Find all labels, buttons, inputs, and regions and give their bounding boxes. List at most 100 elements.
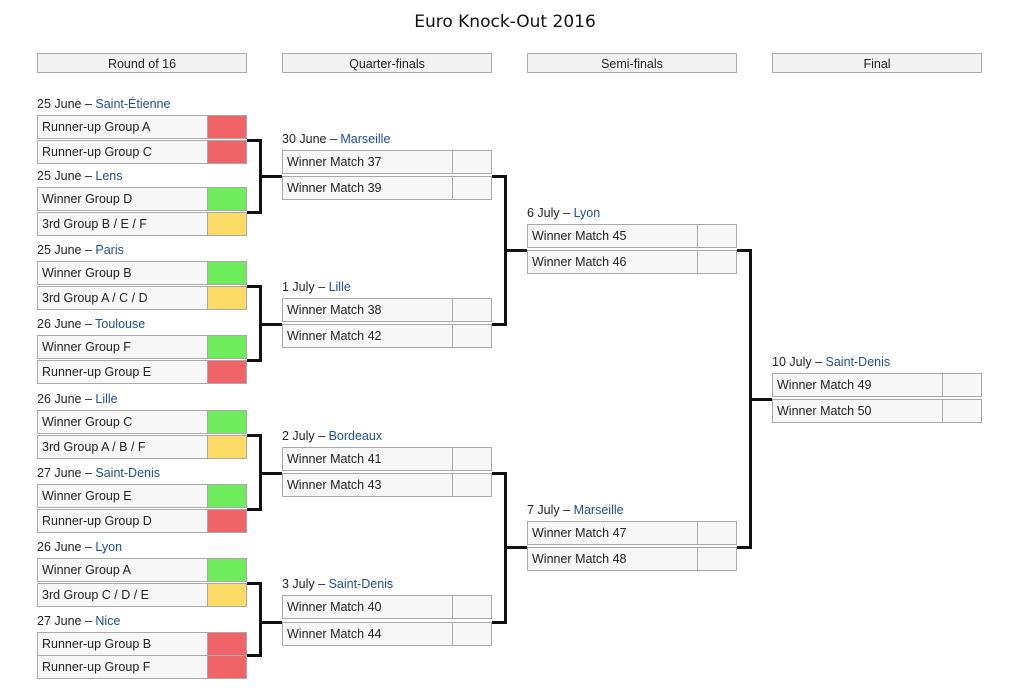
- team-name: Winner Match 41: [283, 448, 453, 470]
- team-row: Winner Match 47: [527, 521, 737, 545]
- team-name: 3rd Group C / D / E: [38, 584, 208, 606]
- match-date: 25 June: [37, 169, 82, 183]
- match-date-venue: 3 July – Saint-Denis: [282, 577, 394, 591]
- bracket-connector-line: [737, 249, 749, 252]
- team-status-cell: [453, 151, 491, 173]
- match-venue-link[interactable]: Lyon: [574, 206, 601, 220]
- match-date: 25 June: [37, 243, 82, 257]
- team-row: Runner-up Group D: [37, 509, 247, 533]
- team-row: Winner Match 48: [527, 547, 737, 571]
- team-row: Winner Group E: [37, 484, 247, 508]
- match-date-venue: 27 June – Saint-Denis: [37, 466, 161, 480]
- team-row: Winner Match 37: [282, 150, 492, 174]
- match-date-venue: 26 June – Lyon: [37, 540, 123, 554]
- match-venue-link[interactable]: Lens: [95, 169, 122, 183]
- team-status-cell: [208, 633, 246, 655]
- team-name: Winner Match 49: [773, 374, 943, 396]
- team-status-cell: [208, 141, 246, 163]
- match-date: 26 June: [37, 540, 82, 554]
- bracket-connector-line: [492, 621, 504, 624]
- team-name: Winner Match 47: [528, 522, 698, 544]
- team-status-cell: [208, 336, 246, 358]
- match-date: 1 July: [282, 280, 315, 294]
- match-venue-link[interactable]: Nice: [95, 614, 120, 628]
- match-venue-link[interactable]: Bordeaux: [329, 429, 383, 443]
- team-row: Winner Match 40: [282, 595, 492, 619]
- team-status-cell: [453, 177, 491, 199]
- team-name: 3rd Group A / B / F: [38, 436, 208, 458]
- bracket-connector-line: [259, 323, 282, 326]
- team-status-cell: [453, 474, 491, 496]
- match-venue-link[interactable]: Marseille: [574, 503, 624, 517]
- team-row: Winner Group C: [37, 410, 247, 434]
- team-row: Winner Match 50: [772, 399, 982, 423]
- team-status-cell: [698, 548, 736, 570]
- team-status-cell: [698, 225, 736, 247]
- match-venue-link[interactable]: Saint-Denis: [826, 355, 891, 369]
- team-status-cell: [208, 510, 246, 532]
- match-date-venue: 7 July – Marseille: [527, 503, 624, 517]
- match-date: 26 June: [37, 317, 82, 331]
- match-date-venue: 25 June – Paris: [37, 243, 124, 257]
- match-venue-link[interactable]: Saint-Denis: [95, 466, 160, 480]
- round-header: Final: [772, 53, 982, 73]
- match-venue-link[interactable]: Paris: [95, 243, 123, 257]
- team-row: Winner Group A: [37, 558, 247, 582]
- match-date-venue: 27 June – Nice: [37, 614, 121, 628]
- team-row: Winner Match 38: [282, 298, 492, 322]
- team-row: Winner Match 44: [282, 622, 492, 646]
- team-row: 3rd Group C / D / E: [37, 583, 247, 607]
- bracket-connector-line: [259, 582, 262, 657]
- match-venue-link[interactable]: Lille: [329, 280, 351, 294]
- team-name: Runner-up Group A: [38, 116, 208, 138]
- match-venue-link[interactable]: Saint-Denis: [329, 577, 394, 591]
- team-status-cell: [943, 400, 981, 422]
- team-name: Winner Match 40: [283, 596, 453, 618]
- bracket-connector-line: [504, 546, 527, 549]
- match-date-venue: 26 June – Toulouse: [37, 317, 146, 331]
- team-status-cell: [208, 485, 246, 507]
- bracket-connector-line: [492, 472, 504, 475]
- team-status-cell: [208, 559, 246, 581]
- match-date-venue: 10 July – Saint-Denis: [772, 355, 891, 369]
- team-name: Winner Match 43: [283, 474, 453, 496]
- round-header: Round of 16: [37, 53, 247, 73]
- match-date-venue: 25 June – Saint-Étienne: [37, 97, 171, 111]
- match-venue-link[interactable]: Lille: [95, 392, 117, 406]
- page-title: Euro Knock-Out 2016: [414, 12, 596, 32]
- match-venue-link[interactable]: Toulouse: [95, 317, 145, 331]
- bracket-connector-line: [259, 175, 282, 178]
- match-date-venue: 1 July – Lille: [282, 280, 351, 294]
- team-row: Runner-up Group A: [37, 115, 247, 139]
- match-date-venue: 2 July – Bordeaux: [282, 429, 383, 443]
- bracket-connector-line: [247, 285, 259, 288]
- team-name: Winner Group D: [38, 188, 208, 210]
- match-date-venue: 26 June – Lille: [37, 392, 118, 406]
- team-status-cell: [453, 299, 491, 321]
- team-name: Winner Match 50: [773, 400, 943, 422]
- team-row: Runner-up Group B: [37, 632, 247, 656]
- bracket-connector-line: [749, 398, 772, 401]
- team-status-cell: [453, 596, 491, 618]
- match-date: 27 June: [37, 466, 82, 480]
- team-name: Winner Group A: [38, 559, 208, 581]
- team-name: Winner Match 37: [283, 151, 453, 173]
- match-venue-link[interactable]: Marseille: [340, 132, 390, 146]
- team-row: Runner-up Group E: [37, 360, 247, 384]
- team-row: 3rd Group A / B / F: [37, 435, 247, 459]
- team-row: Winner Match 46: [527, 250, 737, 274]
- team-row: Winner Match 41: [282, 447, 492, 471]
- bracket-connector-line: [259, 472, 282, 475]
- match-venue-link[interactable]: Saint-Étienne: [95, 97, 170, 111]
- match-date: 30 June: [282, 132, 327, 146]
- team-status-cell: [698, 251, 736, 273]
- team-name: Runner-up Group E: [38, 361, 208, 383]
- team-name: Winner Match 42: [283, 325, 453, 347]
- team-row: Winner Group D: [37, 187, 247, 211]
- round-header: Quarter-finals: [282, 53, 492, 73]
- team-status-cell: [208, 436, 246, 458]
- team-name: Winner Match 48: [528, 548, 698, 570]
- team-row: Winner Match 43: [282, 473, 492, 497]
- match-venue-link[interactable]: Lyon: [95, 540, 122, 554]
- team-row: 3rd Group B / E / F: [37, 212, 247, 236]
